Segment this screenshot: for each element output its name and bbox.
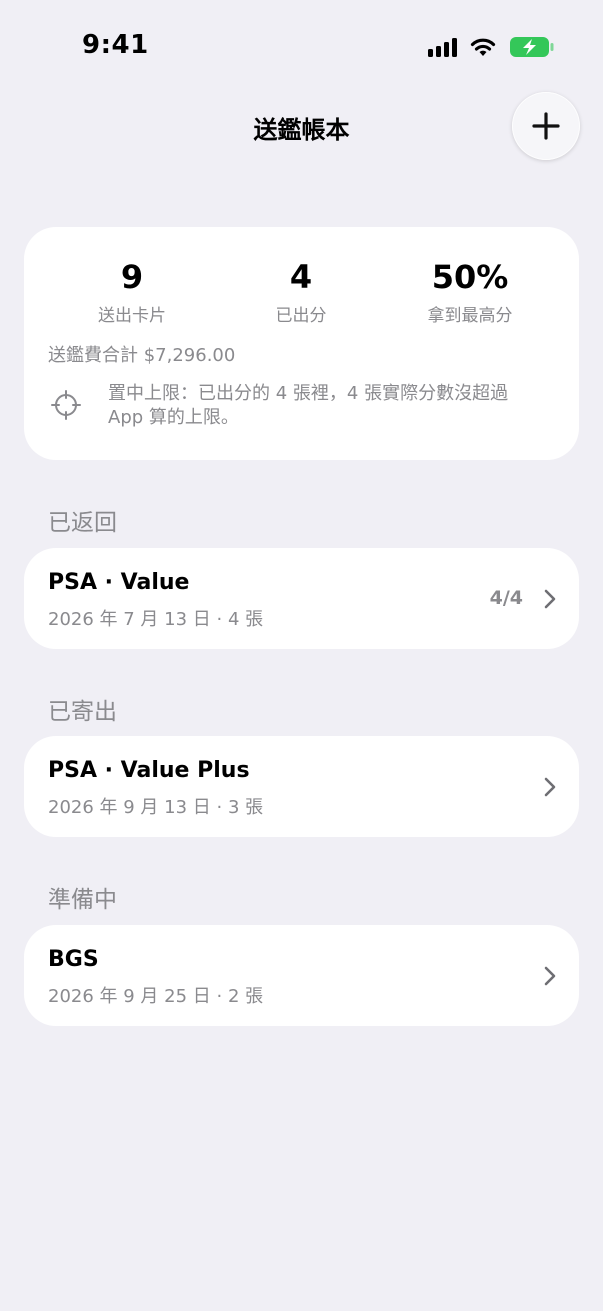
cellular-signal-icon	[428, 37, 457, 57]
battery-charging-icon	[510, 37, 554, 57]
stat-label: 送出卡片	[98, 306, 166, 326]
row-graded-count: 4/4	[489, 587, 523, 609]
status-time: 9:41	[82, 30, 149, 60]
stat-graded: 4 已出分	[221, 257, 381, 326]
summary-card: 9 送出卡片 4 已出分 50% 拿到最高分 送鑑費合計 $7,296.00 置…	[24, 227, 579, 460]
submission-row[interactable]: PSA · Value Plus 2026 年 9 月 13 日 · 3 張	[24, 736, 579, 837]
stat-value: 9	[120, 258, 144, 296]
row-title: BGS	[48, 947, 99, 972]
add-submission-button[interactable]	[512, 92, 580, 160]
crosshair-icon	[51, 390, 81, 420]
wifi-icon	[470, 38, 496, 56]
status-icons	[428, 36, 555, 58]
fee-total: 送鑑費合計 $7,296.00	[48, 345, 236, 366]
row-subtitle: 2026 年 7 月 13 日 · 4 張	[48, 609, 264, 630]
chevron-right-icon	[544, 589, 556, 609]
submission-row[interactable]: BGS 2026 年 9 月 25 日 · 2 張	[24, 925, 579, 1026]
row-subtitle: 2026 年 9 月 13 日 · 3 張	[48, 797, 264, 818]
section-header-preparing: 準備中	[48, 887, 117, 913]
stat-label: 已出分	[275, 306, 327, 326]
stat-label: 拿到最高分	[427, 306, 513, 326]
centering-note: 置中上限：已出分的 4 張裡，4 張實際分數沒超過 App 算的上限。	[108, 383, 509, 428]
screen: 9:41 送鑑帳本 9 送出卡片 4 已出分 50% 拿到最高分 送鑑費合計 $…	[0, 0, 603, 1311]
row-title: PSA · Value	[48, 570, 190, 595]
plus-icon	[532, 112, 560, 140]
submission-row[interactable]: PSA · Value 2026 年 7 月 13 日 · 4 張 4/4	[24, 548, 579, 649]
section-header-shipped: 已寄出	[48, 699, 117, 725]
section-header-returned: 已返回	[48, 510, 117, 536]
stat-value: 50%	[431, 258, 509, 296]
stat-top-grade: 50% 拿到最高分	[390, 257, 550, 326]
row-title: PSA · Value Plus	[48, 758, 250, 783]
stat-value: 4	[289, 258, 313, 296]
stat-cards-sent: 9 送出卡片	[52, 257, 212, 326]
chevron-right-icon	[544, 966, 556, 986]
chevron-right-icon	[544, 777, 556, 797]
row-subtitle: 2026 年 9 月 25 日 · 2 張	[48, 986, 264, 1007]
